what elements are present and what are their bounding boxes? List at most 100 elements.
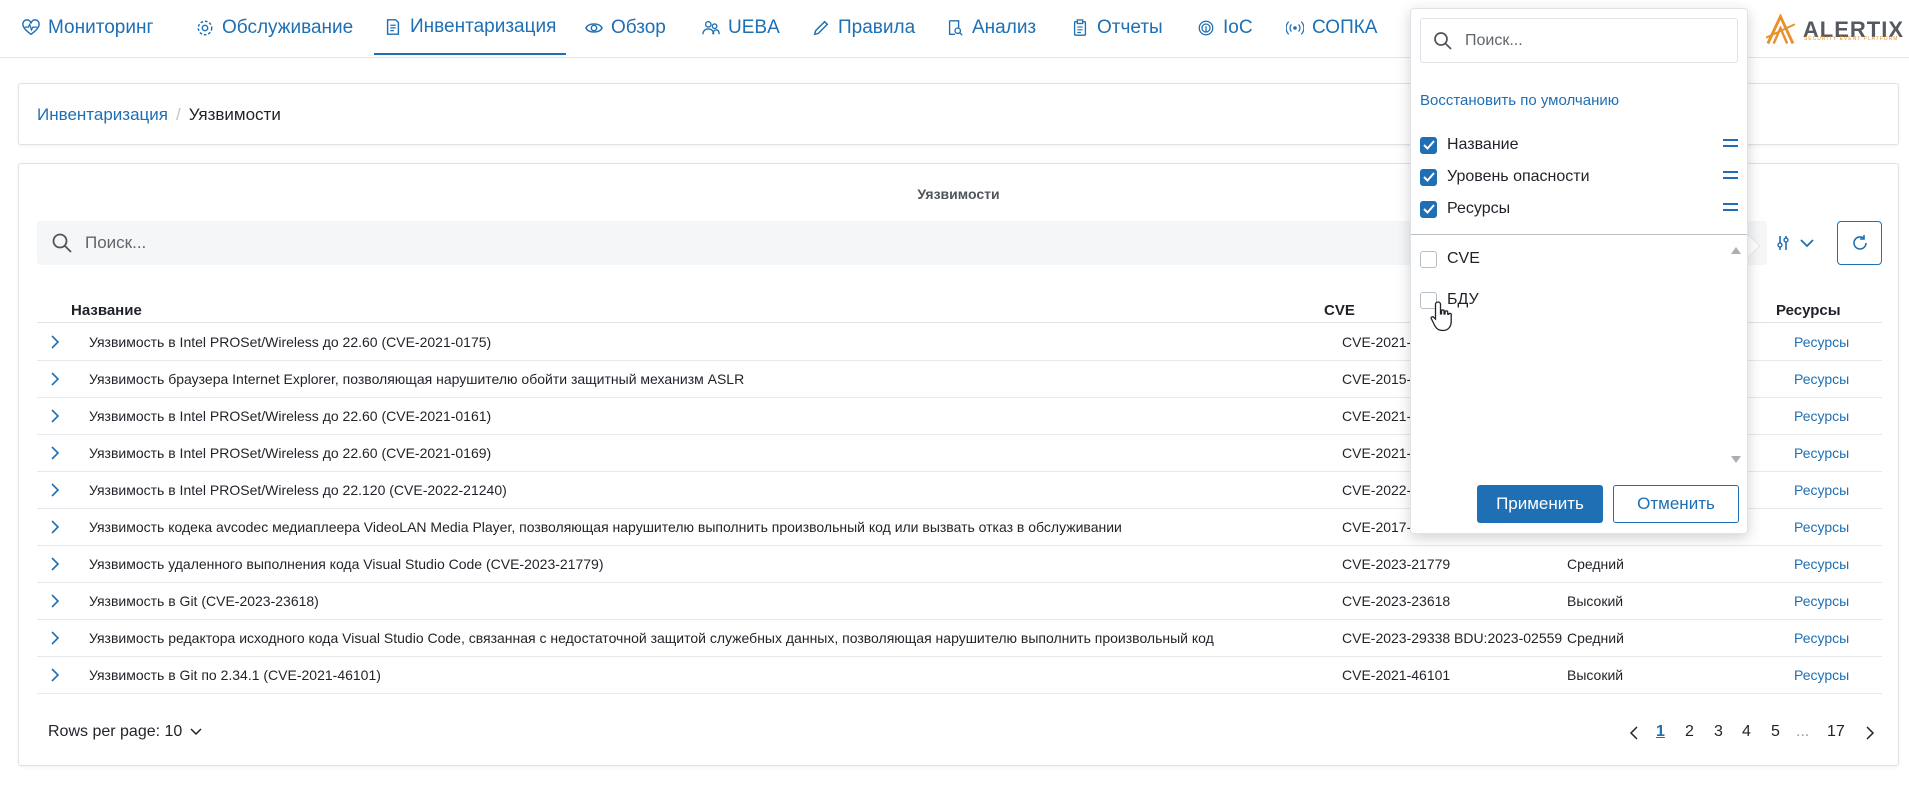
- nav-item-label: Мониторинг: [48, 16, 154, 38]
- search-icon: [52, 233, 72, 253]
- table-row[interactable]: Уязвимость удаленного выполнения кода Vi…: [37, 546, 1882, 583]
- pagination-page-4[interactable]: 4: [1742, 723, 1751, 741]
- nav-item-overview[interactable]: Обзор: [585, 0, 666, 55]
- column-option-cve[interactable]: CVE: [1420, 245, 1738, 273]
- column-option-bdu[interactable]: БДУ: [1420, 286, 1738, 314]
- column-option-label: CVE: [1447, 250, 1480, 267]
- column-option-label: Ресурсы: [1447, 200, 1511, 217]
- nav-item-ioc[interactable]: IoC: [1197, 0, 1253, 55]
- checkbox-checked[interactable]: [1420, 200, 1437, 218]
- column-header-name[interactable]: Название: [71, 302, 142, 319]
- popup-search-input[interactable]: Поиск...: [1420, 18, 1738, 63]
- cell-severity: Средний: [1567, 556, 1624, 572]
- cell-cve: CVE-2021-46101: [1342, 667, 1451, 683]
- cell-name: Уязвимость в Intel PROSet/Wireless до 22…: [89, 334, 492, 350]
- pagination-next-icon[interactable]: [1865, 726, 1875, 740]
- drag-handle-icon[interactable]: [1723, 171, 1738, 183]
- pagination-page-2[interactable]: 2: [1685, 723, 1694, 741]
- chevron-right-icon[interactable]: [46, 666, 64, 684]
- rows-per-page-label: Rows per page: 10: [48, 723, 183, 740]
- pagination-prev-icon[interactable]: [1629, 726, 1639, 740]
- table-row[interactable]: Уязвимость в Git по 2.34.1 (CVE-2021-461…: [37, 657, 1882, 694]
- search-document-icon: [948, 19, 963, 36]
- cell-resources-link[interactable]: Ресурсы: [1794, 509, 1874, 545]
- column-option-severity[interactable]: Уровень опасности: [1420, 163, 1738, 191]
- cell-severity: Высокий: [1567, 593, 1624, 609]
- chevron-right-icon[interactable]: [46, 629, 64, 647]
- breadcrumb-inventory-link[interactable]: Инвентаризация: [37, 105, 168, 125]
- cell-bdu: [1454, 583, 1564, 619]
- chevron-right-icon[interactable]: [46, 481, 64, 499]
- chevron-right-icon[interactable]: [46, 555, 64, 573]
- nav-item-ueba[interactable]: UEBA: [702, 0, 780, 55]
- cell-resources-link[interactable]: Ресурсы: [1794, 620, 1874, 656]
- cell-resources-link[interactable]: Ресурсы: [1794, 435, 1874, 471]
- cell-name: Уязвимость браузера Internet Explorer, п…: [89, 371, 745, 387]
- breadcrumb-current: Уязвимости: [188, 105, 281, 124]
- nav-item-rules[interactable]: Правила: [812, 0, 915, 55]
- restore-defaults-link[interactable]: Восстановить по умолчанию: [1420, 92, 1619, 109]
- clipboard-icon: [1073, 18, 1087, 36]
- cell-name: Уязвимость удаленного выполнения кода Vi…: [89, 556, 604, 572]
- cell-cve: CVE-2023-23618: [1342, 593, 1451, 609]
- apply-button[interactable]: Применить: [1477, 485, 1603, 523]
- column-settings-popup: Поиск... Восстановить по умолчанию Назва…: [1410, 8, 1748, 534]
- table-row[interactable]: Уязвимость в Git (CVE-2023-23618) CVE-202…: [37, 583, 1882, 620]
- checkbox-checked[interactable]: [1420, 136, 1437, 154]
- pagination-page-1[interactable]: 1: [1656, 723, 1665, 741]
- column-header-resources[interactable]: Ресурсы: [1776, 302, 1841, 319]
- nav-item-maintenance[interactable]: Обслуживание: [196, 0, 353, 55]
- nav-item-reports[interactable]: Отчеты: [1071, 0, 1163, 55]
- checkbox-unchecked[interactable]: [1420, 250, 1437, 268]
- cell-resources-link[interactable]: Ресурсы: [1794, 657, 1874, 693]
- pagination-page-5[interactable]: 5: [1771, 723, 1780, 741]
- nav-item-analysis[interactable]: Анализ: [946, 0, 1036, 55]
- scroll-up-icon[interactable]: [1731, 247, 1741, 254]
- chevron-right-icon[interactable]: [46, 407, 64, 425]
- chevron-right-icon[interactable]: [46, 518, 64, 536]
- search-placeholder: Поиск...: [85, 233, 147, 252]
- chevron-right-icon[interactable]: [46, 444, 64, 462]
- chevron-right-icon[interactable]: [46, 333, 64, 351]
- drag-handle-icon[interactable]: [1723, 203, 1738, 215]
- cell-resources-link[interactable]: Ресурсы: [1794, 361, 1874, 397]
- pagination-page-3[interactable]: 3: [1714, 723, 1723, 741]
- pagination-page-17[interactable]: 17: [1827, 723, 1845, 741]
- nav-item-monitoring[interactable]: Мониторинг: [22, 0, 153, 55]
- cell-cve: CVE-2023-21779: [1342, 556, 1451, 572]
- cell-resources-link[interactable]: Ресурсы: [1794, 324, 1874, 360]
- cell-resources-link[interactable]: Ресурсы: [1794, 546, 1874, 582]
- nav-item-label: Обзор: [611, 16, 666, 38]
- rows-per-page-select[interactable]: Rows per page: 10: [48, 723, 202, 741]
- column-option-resources[interactable]: Ресурсы: [1420, 195, 1738, 223]
- scroll-down-icon[interactable]: [1731, 456, 1741, 463]
- column-settings-icon: [1777, 236, 1789, 250]
- column-option-name[interactable]: Название: [1420, 131, 1738, 159]
- cell-name: Уязвимость в Intel PROSet/Wireless до 22…: [89, 482, 507, 498]
- nav-item-label: Инвентаризация: [410, 15, 557, 37]
- chevron-right-icon[interactable]: [46, 370, 64, 388]
- logo-mark-icon: [1766, 14, 1795, 45]
- cell-name: Уязвимость в Intel PROSet/Wireless до 22…: [89, 445, 492, 461]
- cell-resources-link[interactable]: Ресурсы: [1794, 398, 1874, 434]
- column-option-label: Название: [1447, 136, 1519, 153]
- refresh-button[interactable]: [1837, 221, 1882, 265]
- chevron-right-icon[interactable]: [46, 592, 64, 610]
- fingerprint-icon: [1198, 20, 1214, 35]
- broadcast-icon: [1286, 20, 1304, 35]
- column-header-cve[interactable]: CVE: [1324, 302, 1355, 319]
- cell-resources-link[interactable]: Ресурсы: [1794, 472, 1874, 508]
- column-settings-button[interactable]: [1765, 221, 1825, 265]
- cell-resources-link[interactable]: Ресурсы: [1794, 583, 1874, 619]
- drag-handle-icon[interactable]: [1723, 139, 1738, 151]
- checkbox-checked[interactable]: [1420, 168, 1437, 186]
- nav-item-inventory[interactable]: Инвентаризация: [374, 0, 567, 55]
- list-scrollbar[interactable]: [1729, 247, 1741, 463]
- chevron-down-icon: [190, 728, 202, 736]
- nav-item-sopka[interactable]: СОПКА: [1286, 0, 1377, 55]
- cell-name: Уязвимость в Git (CVE-2023-23618): [89, 593, 319, 609]
- table-row[interactable]: Уязвимость редактора исходного кода Visu…: [37, 620, 1882, 657]
- cell-severity: Средний: [1567, 630, 1624, 646]
- document-edit-icon: [386, 18, 400, 35]
- cancel-button[interactable]: Отменить: [1613, 485, 1739, 523]
